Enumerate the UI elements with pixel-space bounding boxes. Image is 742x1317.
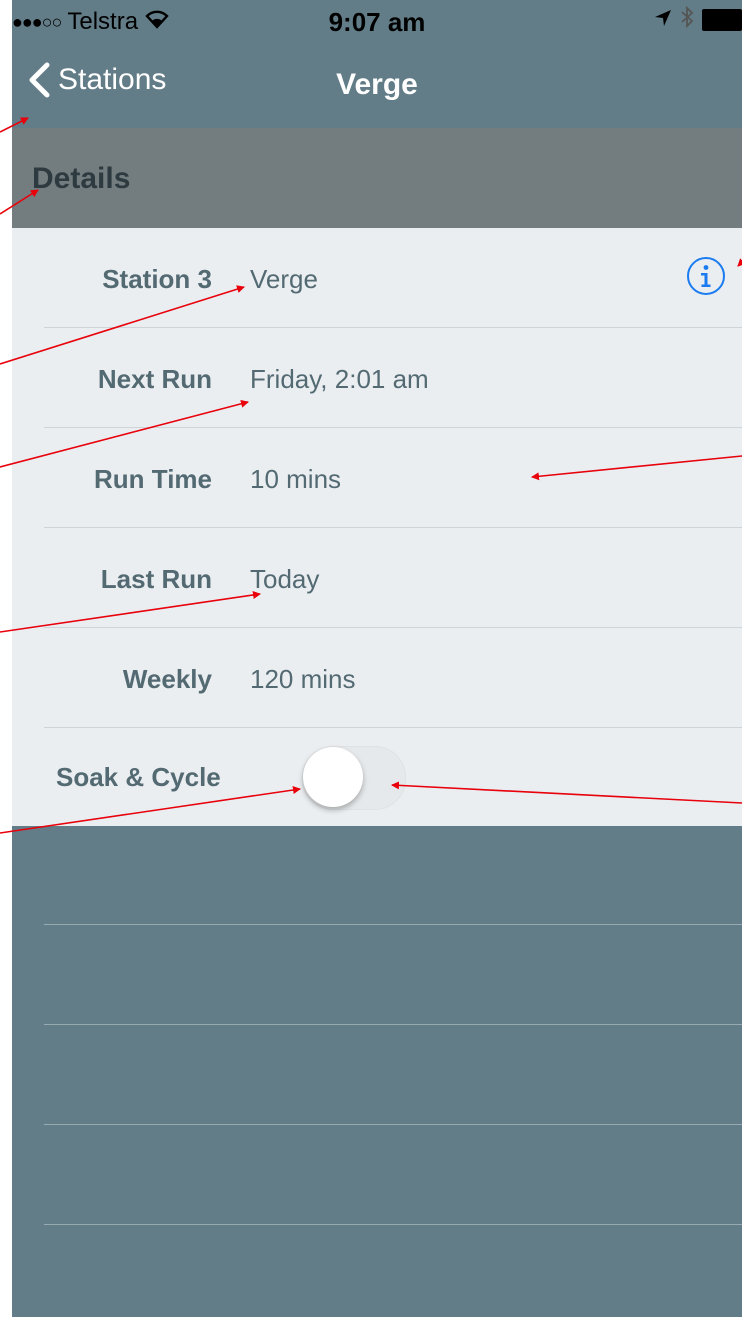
section-header: Details bbox=[12, 128, 742, 228]
detail-row-run-time[interactable]: Run Time 10 mins bbox=[12, 428, 742, 528]
soak-cycle-label: Soak & Cycle bbox=[56, 762, 221, 792]
details-list: Station 3 Verge Next Run Friday, 2:01 am… bbox=[12, 228, 742, 826]
status-bar: ●●●○○ Telstra 9:07 am bbox=[12, 0, 742, 40]
toggle-knob[interactable] bbox=[303, 747, 363, 807]
detail-row-soak-cycle: Soak & Cycle bbox=[12, 728, 742, 826]
soak-cycle-toggle[interactable] bbox=[302, 746, 406, 810]
detail-row-last-run: Last Run Today bbox=[12, 528, 742, 628]
info-icon[interactable] bbox=[686, 256, 726, 296]
empty-row-divider bbox=[44, 1124, 742, 1125]
detail-value: Today bbox=[250, 564, 320, 594]
detail-label: Next Run bbox=[97, 364, 212, 394]
navigation-bar: Stations Verge bbox=[12, 40, 742, 128]
detail-value: Friday, 2:01 am bbox=[250, 364, 429, 394]
detail-label: Weekly bbox=[122, 664, 212, 694]
empty-row-divider bbox=[44, 924, 742, 925]
empty-row-divider bbox=[44, 1024, 742, 1025]
status-icons bbox=[654, 5, 742, 34]
detail-row-next-run: Next Run Friday, 2:01 am bbox=[12, 328, 742, 428]
detail-value: Verge bbox=[250, 264, 318, 294]
detail-label: Run Time bbox=[94, 464, 212, 494]
location-arrow-icon bbox=[654, 7, 672, 33]
app-screen: ●●●○○ Telstra 9:07 am Stations Verge Det… bbox=[12, 0, 742, 1317]
page-title: Verge bbox=[336, 68, 418, 101]
detail-label: Station 3 bbox=[102, 264, 212, 294]
battery-icon bbox=[702, 9, 742, 31]
detail-row-station: Station 3 Verge bbox=[12, 228, 742, 328]
detail-row-weekly: Weekly 120 mins bbox=[12, 628, 742, 728]
status-time: 9:07 am bbox=[328, 7, 426, 37]
detail-label: Last Run bbox=[100, 564, 212, 594]
bluetooth-icon bbox=[680, 5, 694, 34]
section-title: Details bbox=[32, 162, 131, 195]
detail-value: 10 mins bbox=[250, 464, 342, 494]
empty-row-divider bbox=[44, 1224, 742, 1225]
detail-value: 120 mins bbox=[250, 664, 356, 694]
